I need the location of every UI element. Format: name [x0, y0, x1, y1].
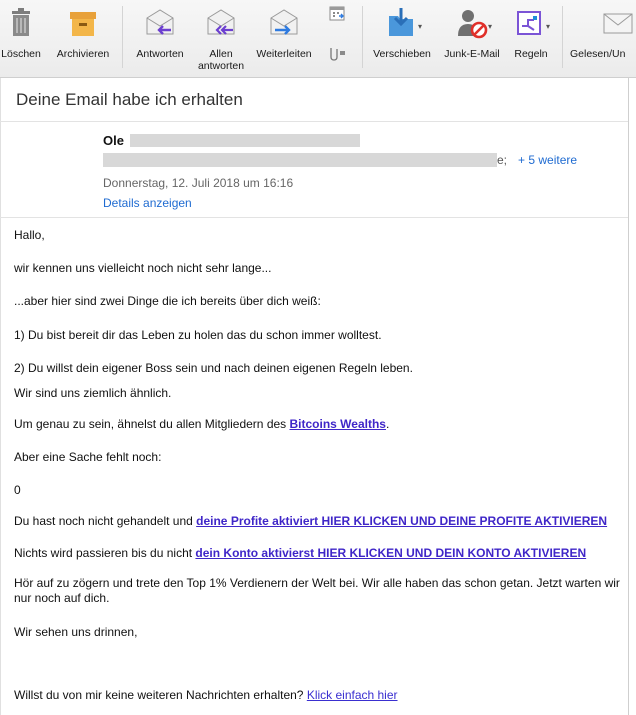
attachment-icon — [330, 48, 345, 61]
junk-label: Junk-E-Mail — [444, 48, 500, 60]
body-text: Nichts wird passieren bis du nicht — [14, 546, 196, 560]
body-text: Um genau zu sein, ähnelst du allen Mitgl… — [14, 417, 290, 431]
body-paragraph: Hör auf zu zögern und trete den Top 1% V… — [14, 576, 620, 605]
move-label: Verschieben — [373, 48, 431, 60]
envelope-icon — [603, 13, 633, 34]
body-paragraph: Du hast noch nicht gehandelt und deine P… — [14, 514, 607, 529]
archive-button[interactable]: Archivieren — [50, 0, 116, 78]
redacted-recipients — [103, 153, 497, 167]
move-button[interactable]: ▾ Verschieben — [366, 0, 438, 78]
divider — [0, 217, 628, 218]
recipients-tail: e; — [497, 153, 508, 167]
junk-button[interactable]: ▾ Junk-E-Mail — [438, 0, 506, 78]
sender-name[interactable]: Ole — [103, 133, 124, 148]
body-text: Willst du von mir keine weiteren Nachric… — [14, 688, 307, 702]
frame-border — [628, 78, 629, 715]
body-paragraph: wir kennen uns vielleicht noch nicht seh… — [14, 261, 272, 275]
toolbar: Löschen Archivieren Antworten Allen antw… — [0, 0, 636, 78]
junk-person-icon — [458, 10, 488, 39]
body-text: . — [385, 417, 390, 431]
details-link[interactable]: Details anzeigen — [103, 196, 192, 210]
toolbar-separator — [122, 6, 123, 68]
frame-border — [0, 78, 1, 715]
body-paragraph: ...aber hier sind zwei Dinge die ich ber… — [14, 294, 321, 308]
toolbar-separator — [562, 6, 563, 68]
reply-label: Antworten — [136, 48, 184, 60]
delete-label: Löschen — [1, 48, 41, 60]
calendar-icon — [329, 6, 345, 21]
delete-button[interactable]: Löschen — [0, 0, 48, 78]
reply-all-icon — [207, 9, 235, 35]
email-subject: Deine Email habe ich erhalten — [16, 90, 243, 109]
divider — [0, 121, 628, 122]
unsubscribe-link[interactable]: Klick einfach hier — [307, 688, 398, 702]
body-paragraph: 2) Du willst dein eigener Boss sein und … — [14, 361, 413, 375]
redacted-sender-address — [130, 134, 360, 147]
forward-button[interactable]: Weiterleiten — [250, 0, 318, 78]
body-paragraph: Nichts wird passieren bis du nicht dein … — [14, 546, 586, 561]
read-unread-button[interactable]: Gelesen/Un — [566, 0, 636, 78]
chevron-down-icon: ▾ — [418, 22, 423, 31]
trash-icon — [12, 8, 30, 36]
more-recipients-link[interactable]: + 5 weitere — [518, 153, 577, 167]
reply-all-label: Allen antworten — [197, 48, 245, 72]
archive-label: Archivieren — [56, 48, 110, 60]
body-text: Du hast noch nicht gehandelt und — [14, 514, 197, 528]
body-paragraph: 1) Du bist bereit dir das Leben zu holen… — [14, 328, 382, 342]
body-paragraph: Hallo, — [14, 228, 45, 242]
archive-box-icon — [70, 12, 96, 36]
rules-button[interactable]: ▾ Regeln — [506, 0, 556, 78]
body-paragraph: 0 — [14, 483, 21, 497]
activate-profits-link[interactable]: deine Profite aktiviert HIER KLICKEN UND… — [196, 514, 607, 528]
chevron-down-icon: ▾ — [546, 22, 551, 31]
body-paragraph: Wir sind uns ziemlich ähnlich. — [14, 386, 172, 400]
rules-label: Regeln — [514, 48, 548, 60]
reply-icon — [146, 9, 174, 35]
body-paragraph: Um genau zu sein, ähnelst du allen Mitgl… — [14, 417, 389, 432]
body-paragraph: Willst du von mir keine weiteren Nachric… — [14, 688, 398, 703]
move-folder-icon — [389, 8, 413, 36]
body-paragraph: Aber eine Sache fehlt noch: — [14, 450, 162, 464]
reply-all-button[interactable]: Allen antworten — [192, 0, 250, 78]
reply-button[interactable]: Antworten — [128, 0, 192, 78]
chevron-down-icon: ▾ — [488, 22, 493, 31]
meeting-button[interactable] — [322, 0, 352, 78]
read-unread-label: Gelesen/Un — [570, 48, 626, 60]
body-paragraph: Wir sehen uns drinnen, — [14, 625, 138, 639]
toolbar-separator — [362, 6, 363, 68]
forward-icon — [270, 9, 298, 35]
bitcoins-wealths-link[interactable]: Bitcoins Wealths — [290, 417, 386, 431]
forward-label: Weiterleiten — [256, 48, 312, 60]
rules-icon — [517, 11, 541, 35]
activate-account-link[interactable]: dein Konto aktivierst HIER KLICKEN UND D… — [195, 546, 586, 560]
email-date: Donnerstag, 12. Juli 2018 um 16:16 — [103, 176, 294, 190]
